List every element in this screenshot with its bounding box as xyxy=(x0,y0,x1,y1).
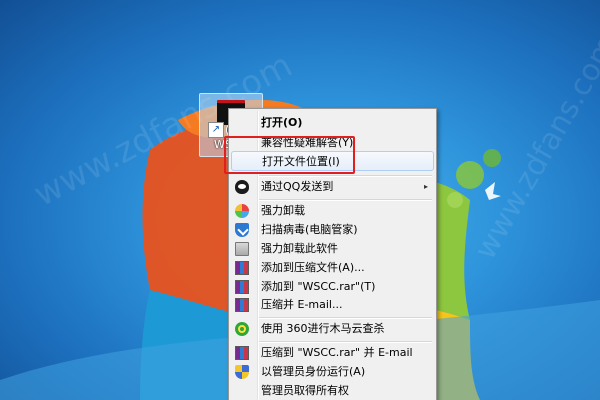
hexagon-decoration xyxy=(456,161,484,189)
red-highlight-annotation xyxy=(224,136,355,174)
recycle-bin-icon xyxy=(235,242,249,256)
menu-item-label: 扫描病毒(电脑管家) xyxy=(261,223,358,236)
menu-item-label: 强力卸载此软件 xyxy=(261,242,338,255)
pinwheel-icon xyxy=(235,204,249,218)
menu-item-label: 使用 360进行木马云查杀 xyxy=(261,322,385,335)
menu-item-compress-and-email[interactable]: 压缩并 E-mail... xyxy=(231,295,434,315)
menu-item-force-uninstall-software[interactable]: 强力卸载此软件 xyxy=(231,239,434,259)
submenu-arrow-icon: ▸ xyxy=(423,182,428,191)
menu-item-open[interactable]: 打开(O) xyxy=(231,113,434,133)
menu-item-add-to-archive[interactable]: 添加到压缩文件(A)... xyxy=(231,258,434,278)
menu-item-scan-virus[interactable]: 扫描病毒(电脑管家) xyxy=(231,220,434,240)
menu-item-label: 强力卸载 xyxy=(261,204,305,217)
menu-item-add-to-wscc-rar[interactable]: 添加到 "WSCC.rar"(T) xyxy=(231,277,434,297)
uac-shield-icon xyxy=(235,365,249,379)
winrar-icon xyxy=(235,298,249,312)
menu-item-label: 通过QQ发送到 xyxy=(261,180,334,193)
menu-item-force-uninstall[interactable]: 强力卸载 xyxy=(231,201,434,221)
winrar-icon xyxy=(235,280,249,294)
menu-item-360-trojan-scan[interactable]: 使用 360进行木马云查杀 xyxy=(231,319,434,339)
menu-item-send-via-qq[interactable]: 通过QQ发送到 ▸ xyxy=(231,177,434,197)
shortcut-arrow-icon: ↗ xyxy=(208,122,224,138)
desktop[interactable]: www.zdfans.com www.zdfans.com ↗ WS 打开(O)… xyxy=(0,0,600,400)
menu-item-label: 管理员取得所有权 xyxy=(261,384,349,397)
360-icon xyxy=(235,322,249,336)
menu-item-label: 压缩并 E-mail... xyxy=(261,298,343,311)
menu-item-run-as-administrator[interactable]: 以管理员身份运行(A) xyxy=(231,362,434,382)
menu-item-take-ownership[interactable]: 管理员取得所有权 xyxy=(231,381,434,400)
menu-item-label: 打开(O) xyxy=(261,116,303,129)
shield-check-icon xyxy=(235,223,249,237)
menu-item-compress-to-wscc-rar-and-email[interactable]: 压缩到 "WSCC.rar" 并 E-mail xyxy=(231,343,434,363)
menu-item-label: 添加到 "WSCC.rar"(T) xyxy=(261,280,376,293)
winrar-icon xyxy=(235,346,249,360)
menu-item-label: 压缩到 "WSCC.rar" 并 E-mail xyxy=(261,346,413,359)
menu-item-label: 以管理员身份运行(A) xyxy=(261,365,366,378)
winrar-icon xyxy=(235,261,249,275)
menu-item-label: 添加到压缩文件(A)... xyxy=(261,261,365,274)
qq-icon xyxy=(235,180,249,194)
